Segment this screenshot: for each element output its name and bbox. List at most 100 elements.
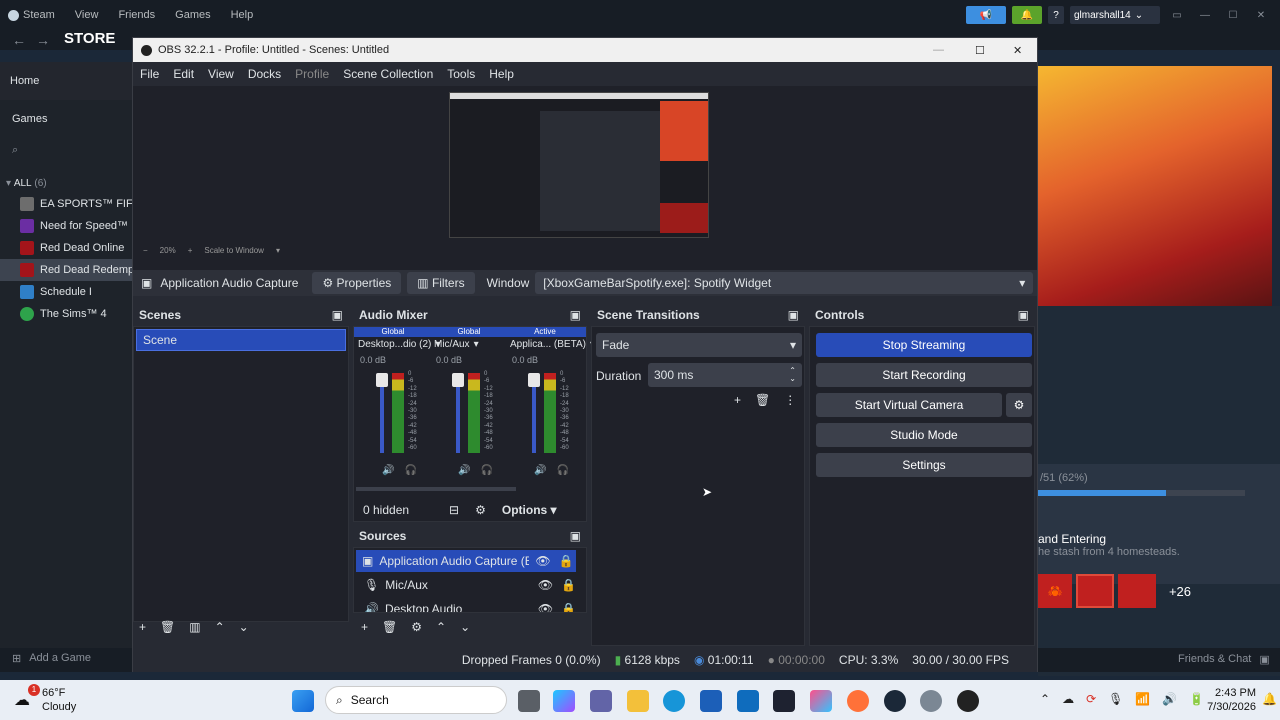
taskbar-search[interactable]: ⌕ Search <box>325 686 507 714</box>
edge-icon[interactable] <box>663 690 685 712</box>
channel-name[interactable]: Mic/Aux ▾ <box>434 339 479 350</box>
headphones-icon[interactable]: 🎧 <box>556 465 568 476</box>
menu-edit[interactable]: Edit <box>166 67 201 81</box>
obs-preview[interactable]: − 20% + Scale to Window ▾ <box>133 86 1037 296</box>
move-down-button[interactable]: ⌄ <box>460 620 470 634</box>
chevron-down-icon[interactable]: ▾ <box>276 246 280 255</box>
studio-mode-button[interactable]: Studio Mode <box>816 423 1032 447</box>
maximize-icon[interactable]: ☐ <box>975 44 985 57</box>
mixer-options-button[interactable]: Options ▾ <box>502 503 557 517</box>
task-view-icon[interactable] <box>518 690 540 712</box>
undock-icon[interactable]: ▣ <box>570 529 581 543</box>
move-up-button[interactable]: ⌃ <box>215 620 225 634</box>
minimize-icon[interactable]: — <box>1194 6 1216 24</box>
taskbar-clock[interactable]: 2:43 PM 7/30/2026 <box>1200 686 1256 714</box>
settings-button[interactable]: Settings <box>816 453 1032 477</box>
lock-icon[interactable]: 🔒 <box>561 602 576 612</box>
announce-button[interactable]: 📢 <box>966 6 1006 24</box>
sidebar-game-sims[interactable]: The Sims™ 4 <box>0 303 132 325</box>
back-arrow-icon[interactable]: ← <box>12 32 26 48</box>
sidebar-game-schedule[interactable]: Schedule I <box>0 281 132 303</box>
notifications-button[interactable]: 🔔 <box>1012 6 1042 24</box>
steam-menu-steam[interactable]: Steam <box>8 9 55 21</box>
transition-select[interactable]: Fade ▾ <box>596 333 802 357</box>
start-recording-button[interactable]: Start Recording <box>816 363 1032 387</box>
steam-menu-view[interactable]: View <box>75 9 99 21</box>
spin-arrows-icon[interactable]: ⌃ ⌄ <box>789 367 796 383</box>
menu-profile[interactable]: Profile <box>288 67 336 81</box>
chevron-up-icon[interactable]: ⌃ <box>1040 692 1050 706</box>
virtual-camera-settings-button[interactable]: ⚙ <box>1006 393 1032 417</box>
more-achievements[interactable]: +26 <box>1160 574 1200 608</box>
eye-icon[interactable]: 👁 <box>538 578 553 592</box>
sidebar-home[interactable]: Home <box>0 62 132 100</box>
weather-widget[interactable]: ☁ 1 66°F Cloudy <box>14 684 104 716</box>
undock-icon[interactable]: ▣ <box>788 308 799 322</box>
menu-help[interactable]: Help <box>482 67 521 81</box>
speaker-icon[interactable]: 🔊 <box>458 465 470 476</box>
firefox-icon[interactable] <box>847 690 869 712</box>
big-picture-icon[interactable]: ▭ <box>1166 6 1188 24</box>
move-up-button[interactable]: ⌃ <box>436 620 446 634</box>
remove-transition-button[interactable]: 🗑 <box>755 393 770 407</box>
remove-source-button[interactable]: 🗑 <box>382 620 397 634</box>
notification-bell-icon[interactable]: 🔔 <box>1262 692 1277 706</box>
zoom-in-button[interactable]: + <box>188 246 193 255</box>
undock-icon[interactable]: ▣ <box>570 308 581 322</box>
obs-icon[interactable] <box>957 690 979 712</box>
windows-start-icon[interactable] <box>292 690 314 712</box>
stop-streaming-button[interactable]: Stop Streaming <box>816 333 1032 357</box>
source-item[interactable]: ▣ Application Audio Capture (BE 👁 🔒 <box>356 550 576 572</box>
close-icon[interactable]: ✕ <box>1013 44 1022 57</box>
sidebar-games[interactable]: Games <box>0 108 132 130</box>
lock-icon[interactable]: 🔒 <box>561 578 576 592</box>
volume-slider-handle[interactable] <box>452 373 464 387</box>
menu-docks[interactable]: Docks <box>241 67 288 81</box>
volume-icon[interactable]: 🔊 <box>1162 692 1177 706</box>
source-item[interactable]: 🔊 Desktop Audio 👁 🔒 <box>356 598 576 612</box>
source-properties-button[interactable]: ⚙ <box>411 620 422 634</box>
colorful-app-icon[interactable] <box>810 690 832 712</box>
lock-icon[interactable]: 🔒 <box>559 554 574 568</box>
app-icon[interactable] <box>773 690 795 712</box>
sidebar-game-nfs[interactable]: Need for Speed™ <box>0 215 132 237</box>
microphone-icon[interactable]: 🎙 <box>1108 692 1123 706</box>
layout-toggle-icon[interactable]: ⊟ <box>449 503 459 517</box>
properties-button[interactable]: ⚙ Properties <box>312 272 402 294</box>
hand-icon[interactable] <box>1118 574 1156 608</box>
more-options-icon[interactable]: ⋮ <box>784 393 796 407</box>
sidebar-game-rdo[interactable]: Red Dead Online <box>0 237 132 259</box>
steam-store-tab[interactable]: STORE <box>64 30 115 47</box>
remove-scene-button[interactable]: 🗑 <box>160 620 175 634</box>
start-virtual-camera-button[interactable]: Start Virtual Camera <box>816 393 1002 417</box>
wifi-icon[interactable]: 📶 <box>1135 692 1150 706</box>
maximize-icon[interactable]: ☐ <box>1222 6 1244 24</box>
channel-name[interactable]: Applica... (BETA)▾ <box>510 339 595 350</box>
zoom-out-button[interactable]: − <box>143 246 148 255</box>
sidebar-game-rdr[interactable]: Red Dead Redemp <box>0 259 132 281</box>
window-select[interactable]: [XboxGameBarSpotify.exe]: Spotify Widget… <box>535 272 1034 294</box>
eye-icon[interactable]: 👁 <box>535 554 550 568</box>
speaker-icon[interactable]: 🔊 <box>382 465 394 476</box>
sidebar-game-fifa[interactable]: EA SPORTS™ FIFA <box>0 193 132 215</box>
teams-icon[interactable] <box>590 690 612 712</box>
store-icon[interactable] <box>700 690 722 712</box>
sidebar-all[interactable]: ▾ ALL (6) <box>0 174 132 192</box>
channel-name[interactable]: Desktop...dio (2) ▾ <box>358 339 440 350</box>
steam-menu-help[interactable]: Help <box>231 9 254 21</box>
friends-chat-button[interactable]: Friends & Chat ▣ <box>1178 653 1270 666</box>
user-menu[interactable]: glmarshall14 ⌄ <box>1070 6 1160 24</box>
mail-icon[interactable] <box>737 690 759 712</box>
badge-icon[interactable] <box>1076 574 1114 608</box>
menu-file[interactable]: File <box>133 67 166 81</box>
add-source-button[interactable]: + <box>361 620 368 634</box>
move-down-button[interactable]: ⌄ <box>239 620 249 634</box>
crab-icon[interactable]: 🦀 <box>1038 574 1072 608</box>
add-transition-button[interactable]: + <box>734 393 741 407</box>
duration-spinbox[interactable]: 300 ms ⌃ ⌄ <box>648 363 802 387</box>
cloud-sync-icon[interactable]: ☁ <box>1062 692 1074 706</box>
file-explorer-icon[interactable] <box>627 690 649 712</box>
headphones-icon[interactable]: 🎧 <box>480 465 492 476</box>
menu-view[interactable]: View <box>201 67 241 81</box>
menu-tools[interactable]: Tools <box>440 67 482 81</box>
